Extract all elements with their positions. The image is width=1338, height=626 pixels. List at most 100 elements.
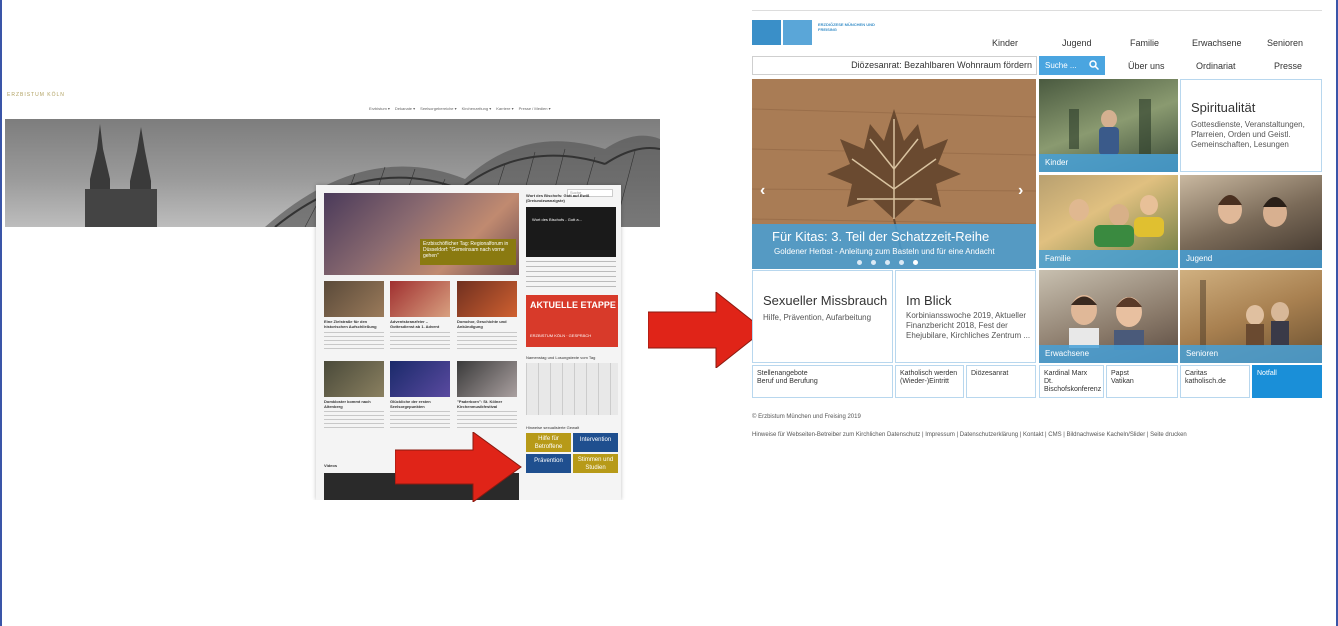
news-image[interactable] <box>457 361 517 397</box>
left-feature-caption[interactable]: Erzbischöflicher Tag: Regionalforum in D… <box>420 239 516 265</box>
tile-kinder[interactable]: Kinder <box>1039 79 1178 172</box>
news-image[interactable] <box>324 361 384 397</box>
tile-familie[interactable]: Familie <box>1039 175 1178 268</box>
nav-ordinariat[interactable]: Ordinariat <box>1196 61 1236 71</box>
news-image[interactable] <box>324 281 384 317</box>
news-teaser <box>324 332 384 352</box>
logo-mark-icon <box>752 20 781 45</box>
tile-senioren-label: Senioren <box>1180 345 1322 363</box>
news-teaser <box>390 411 450 431</box>
footer-link-line2: (Wieder-)Eintritt <box>900 378 950 385</box>
left-nav-item[interactable]: Dekanate ▾ <box>395 106 415 111</box>
search-icon[interactable] <box>1089 60 1099 70</box>
tile-praevention[interactable]: Prävention <box>526 454 571 473</box>
tile-kinder-label: Kinder <box>1039 154 1178 172</box>
left-calendar-title: Namenstag und Losungstexte vom Tag <box>526 355 596 360</box>
left-side-text <box>526 261 616 289</box>
search-input[interactable]: Suche ... <box>1039 56 1105 75</box>
tile-erwachsene-label: Erwachsene <box>1039 345 1178 363</box>
footer-link-line1: Diözesanrat <box>971 370 1009 377</box>
spiritualitaet-title: Spiritualität <box>1191 100 1256 115</box>
missbrauch-title: Sexueller Missbrauch <box>763 293 888 308</box>
nav-ueber-uns[interactable]: Über uns <box>1128 61 1165 71</box>
nav-senioren[interactable]: Senioren <box>1267 38 1303 48</box>
slider-prev-icon[interactable]: ‹ <box>760 182 765 200</box>
nav-jugend[interactable]: Jugend <box>1062 38 1092 48</box>
footer-link-caritas[interactable]: Caritas katholisch.de <box>1180 365 1250 398</box>
tile-im-blick[interactable]: Im Blick Korbiniansswoche 2019, Aktuelle… <box>895 270 1036 363</box>
footer-link-katholisch-werden[interactable]: Katholisch werden (Wieder-)Eintritt <box>895 365 964 398</box>
top-divider <box>752 10 1322 11</box>
tile-stimmen-und-studien[interactable]: Stimmen und Studien <box>573 454 618 473</box>
left-calendar-image[interactable] <box>526 363 618 415</box>
copyright: © Erzbistum München und Freising 2019 <box>752 414 861 420</box>
nav-erwachsene[interactable]: Erwachsene <box>1192 38 1242 48</box>
footer-link-papst[interactable]: Papst Vatikan <box>1106 365 1178 398</box>
left-video-player[interactable]: Wort des Bischofs - Gott a... <box>526 207 616 257</box>
news-image[interactable] <box>457 281 517 317</box>
news-teaser <box>324 411 384 431</box>
news-title[interactable]: "Paderborn": St. Kölner Kirchenmusikfest… <box>457 399 517 409</box>
left-nav-item[interactable]: Erzbistum ▾ <box>369 106 390 111</box>
news-title[interactable]: Domkloster kommt nach Altenberg <box>324 399 384 409</box>
hero-slider[interactable]: ‹ › Für Kitas: 3. Teil der Schatzzeit-Re… <box>752 79 1036 269</box>
slider-dot[interactable] <box>885 260 890 265</box>
left-nav-item[interactable]: Seelsorgebereiche ▾ <box>420 106 456 111</box>
news-title[interactable]: Glückliche der ersten Seelsorgepunkten <box>390 399 450 409</box>
missbrauch-body: Hilfe, Prävention, Aufarbeitung <box>763 313 872 322</box>
left-nav-item[interactable]: Karriere ▾ <box>496 106 513 111</box>
news-ticker[interactable]: Diözesanrat: Bezahlbaren Wohnraum förder… <box>752 56 1037 75</box>
left-red-banner-text: AKTUELLE ETAPPE <box>530 300 616 310</box>
left-nav-item[interactable]: Presse / Medien ▾ <box>519 106 551 111</box>
nav-kinder[interactable]: Kinder <box>992 38 1018 48</box>
slider-dot[interactable] <box>871 260 876 265</box>
left-site-logo[interactable]: ERZBISTUM KÖLN <box>7 92 65 98</box>
footer-link-stellenangebote[interactable]: Stellenangebote Beruf und Berufung <box>752 365 893 398</box>
right-website-screenshot: ERZDIÖZESE MÜNCHEN UND FREISING Kinder J… <box>752 10 1322 440</box>
left-side-title[interactable]: Wort des Bischofs: Gott auf Ewiß (Dreiun… <box>526 193 616 203</box>
right-site-logo[interactable] <box>752 20 812 45</box>
news-title[interactable]: Domchor, Geschichte und Ankündigung <box>457 319 517 329</box>
news-image[interactable] <box>390 281 450 317</box>
footer-link-kardinal-marx[interactable]: Kardinal Marx Dt. Bischofskonferenz <box>1039 365 1104 398</box>
left-website-screenshot: ERZBISTUM KÖLN Erzbistum ▾ Dekanate ▾ Se… <box>5 85 660 500</box>
left-feature-image[interactable]: Erzbischöflicher Tag: Regionalforum in D… <box>324 193 519 275</box>
tile-sexueller-missbrauch[interactable]: Sexueller Missbrauch Hilfe, Prävention, … <box>752 270 893 363</box>
slider-dot[interactable] <box>857 260 862 265</box>
hero-title[interactable]: Für Kitas: 3. Teil der Schatzzeit-Reihe <box>772 229 989 244</box>
nav-presse[interactable]: Presse <box>1274 61 1302 71</box>
search-placeholder: Suche ... <box>1045 61 1077 70</box>
left-nav-item[interactable]: Kirchenzeitung ▾ <box>462 106 492 111</box>
nav-familie[interactable]: Familie <box>1130 38 1159 48</box>
footer-link-dioezesanrat[interactable]: Diözesanrat <box>966 365 1036 398</box>
tile-jugend[interactable]: Jugend <box>1180 175 1322 268</box>
news-title[interactable]: Eine Zielstraße für den historischen Auf… <box>324 319 384 329</box>
im-blick-body: Korbiniansswoche 2019, Aktueller Finanzb… <box>906 311 1031 340</box>
footer-link-line1: Notfall <box>1257 370 1277 377</box>
footer-link-line1: Kardinal Marx <box>1044 370 1088 377</box>
spiritualitaet-body: Gottesdienste, Veranstaltungen, Pfarreie… <box>1191 120 1305 149</box>
tile-senioren[interactable]: Senioren <box>1180 270 1322 363</box>
slider-dot-active[interactable] <box>913 260 918 265</box>
news-teaser <box>390 332 450 352</box>
left-video-caption: Wort des Bischofs - Gott a... <box>532 217 582 222</box>
slider-next-icon[interactable]: › <box>1018 182 1023 200</box>
news-image[interactable] <box>390 361 450 397</box>
legal-links[interactable]: Hinweise für Webseiten-Betreiber zum Kir… <box>752 432 1187 438</box>
logo-mark-icon <box>783 20 812 45</box>
slider-dot[interactable] <box>899 260 904 265</box>
hero-subtitle: Goldener Herbst - Anleitung zum Basteln … <box>774 247 995 256</box>
right-logo-text[interactable]: ERZDIÖZESE MÜNCHEN UND FREISING <box>818 22 878 32</box>
news-title[interactable]: Adventskranzfeier – Gottesdienst ab 1. A… <box>390 319 450 329</box>
left-help-title: Hinweise sexualisierte Gewalt <box>526 425 580 430</box>
frame-border-left <box>0 0 2 626</box>
tile-intervention[interactable]: Intervention <box>573 433 618 452</box>
tile-spiritualitaet[interactable]: Spiritualität Gottesdienste, Veranstaltu… <box>1180 79 1322 172</box>
left-red-banner[interactable]: AKTUELLE ETAPPE ERZBISTUM KÖLN · GESPRÄC… <box>526 295 618 347</box>
news-teaser <box>457 411 517 431</box>
left-site-nav: Erzbistum ▾ Dekanate ▾ Seelsorgebereiche… <box>369 106 551 111</box>
footer-link-notfall[interactable]: Notfall <box>1252 365 1322 398</box>
footer-link-line1: Papst <box>1111 370 1129 377</box>
tile-erwachsene[interactable]: Erwachsene <box>1039 270 1178 363</box>
tile-hilfe-fuer-betroffene[interactable]: Hilfe für Betroffene <box>526 433 571 452</box>
